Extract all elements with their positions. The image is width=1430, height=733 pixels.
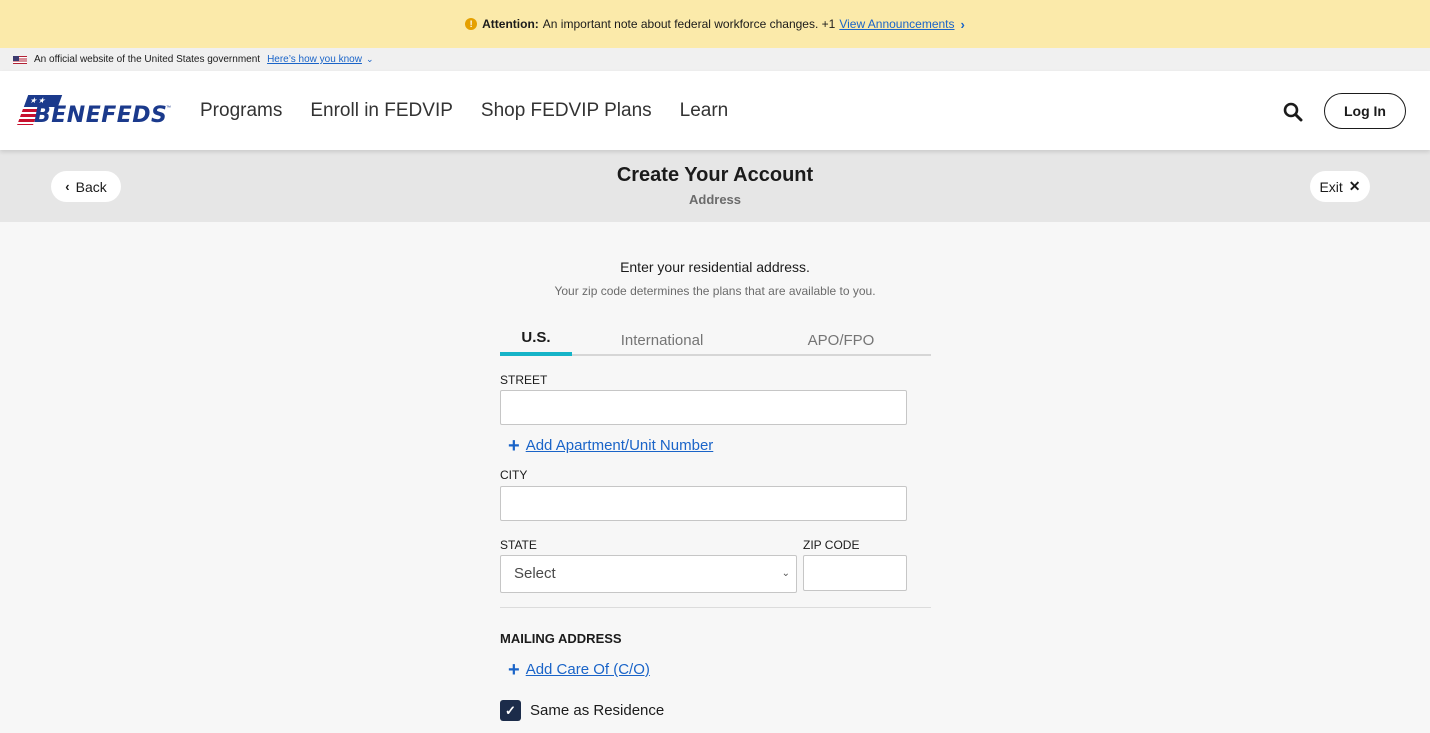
search-icon[interactable] [1283, 102, 1303, 122]
us-flag-icon [13, 55, 27, 64]
add-care-of-link[interactable]: + Add Care Of (C/O) [508, 658, 650, 681]
logo-trademark: ™ [166, 105, 171, 111]
same-as-residence-row: ✓ Same as Residence [500, 700, 664, 721]
street-label: STREET [500, 373, 548, 387]
logo-text: BENEFEDS [34, 103, 168, 128]
main-nav: Programs Enroll in FEDVIP Shop FEDVIP Pl… [200, 71, 756, 150]
page-header: ‹ Back Create Your Account Address Exit … [0, 150, 1430, 222]
warning-icon: ! [465, 18, 478, 30]
same-as-residence-label[interactable]: Same as Residence [530, 702, 664, 719]
exit-label: Exit [1319, 178, 1343, 195]
same-as-residence-checkbox[interactable]: ✓ [500, 700, 521, 721]
add-care-of-label: Add Care Of (C/O) [525, 661, 650, 678]
tab-apo-fpo[interactable]: APO/FPO [790, 327, 892, 357]
nav-programs[interactable]: Programs [200, 100, 282, 122]
gov-banner-text: An official website of the United States… [34, 54, 261, 65]
plus-icon: + [508, 434, 520, 457]
form-intro-sub: Your zip code determines the plans that … [554, 284, 876, 298]
heres-how-you-know-link[interactable]: Here’s how you know [267, 54, 362, 65]
gov-banner: An official website of the United States… [0, 48, 1430, 71]
state-label: STATE [500, 538, 537, 552]
street-input[interactable] [500, 390, 907, 425]
nav-learn[interactable]: Learn [680, 100, 729, 122]
nav-shop-fedvip-plans[interactable]: Shop FEDVIP Plans [481, 100, 652, 122]
close-icon: ✕ [1348, 178, 1361, 194]
add-apartment-label: Add Apartment/Unit Number [525, 437, 714, 454]
zip-code-label: ZIP CODE [803, 538, 860, 552]
state-select[interactable]: Select ⌄ [500, 555, 797, 593]
nav-enroll-in-fedvip[interactable]: Enroll in FEDVIP [310, 100, 453, 122]
form-intro: Enter your residential address. [620, 259, 810, 275]
tab-international[interactable]: International [600, 327, 724, 357]
page-title: Create Your Account [616, 164, 814, 186]
view-announcements-link[interactable]: View Announcements [839, 17, 954, 31]
chevron-down-icon: ⌄ [781, 568, 790, 579]
state-select-value: Select [514, 565, 556, 582]
site-header: ★★ BENEFEDS ™ Programs Enroll in FEDVIP … [0, 71, 1430, 150]
alert-message: An important note about federal workforc… [542, 17, 836, 31]
zip-code-input[interactable] [803, 555, 907, 591]
chevron-down-icon[interactable]: ⌄ [366, 54, 374, 65]
benefeds-logo[interactable]: ★★ BENEFEDS ™ [17, 93, 172, 129]
alert-label: Attention: [482, 17, 539, 31]
tab-us[interactable]: U.S. [500, 326, 572, 356]
checkmark-icon: ✓ [505, 702, 516, 718]
announcement-bar: ! Attention: An important note about fed… [0, 0, 1430, 48]
section-divider [500, 607, 931, 608]
page-subtitle: Address [688, 192, 742, 207]
log-in-button[interactable]: Log In [1324, 93, 1406, 129]
city-input[interactable] [500, 486, 907, 521]
add-apartment-link[interactable]: + Add Apartment/Unit Number [508, 434, 714, 457]
mailing-address-heading: MAILING ADDRESS [500, 631, 622, 646]
plus-icon: + [508, 658, 520, 681]
chevron-right-icon[interactable]: › [961, 17, 965, 32]
address-type-tabs: U.S. International APO/FPO [500, 326, 931, 356]
city-label: CITY [500, 468, 528, 482]
exit-button[interactable]: Exit ✕ [1310, 171, 1370, 202]
